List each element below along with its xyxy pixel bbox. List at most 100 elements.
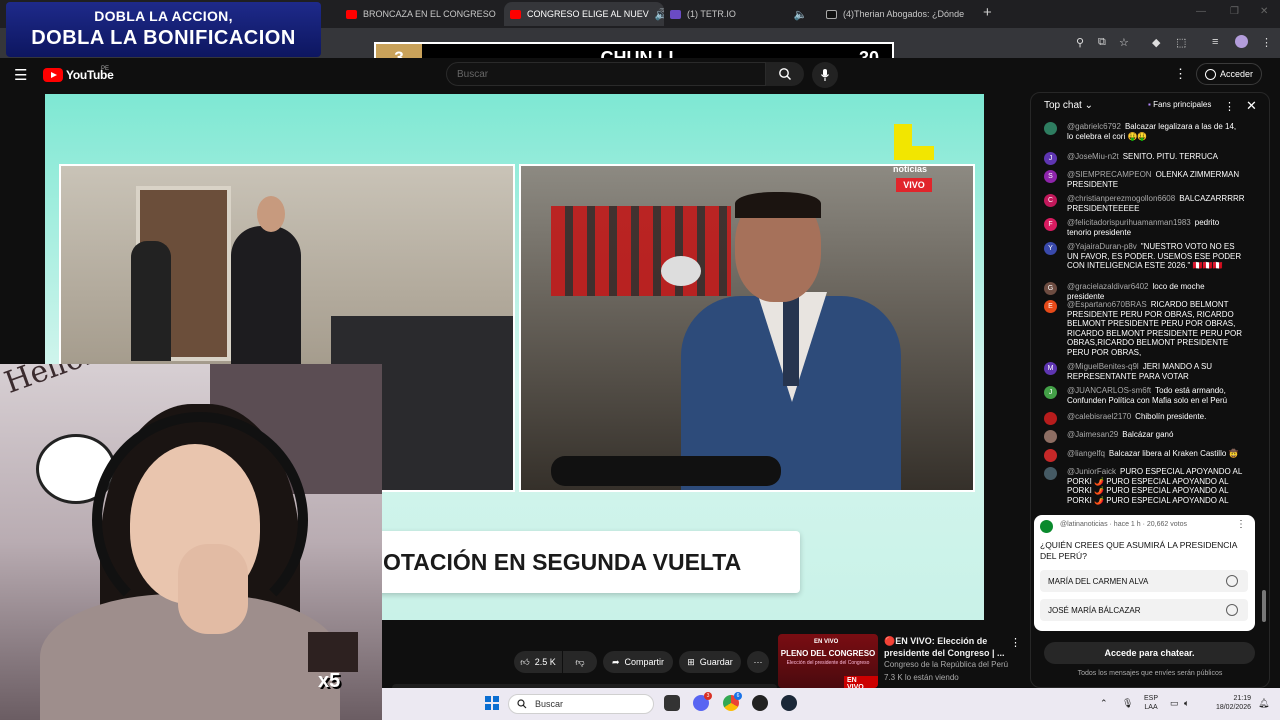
chat-text: SENITO. PITU. TERRUCA [1122,152,1218,161]
chat-author[interactable]: @liangelfq [1067,449,1105,458]
maximize-icon[interactable]: ❐ [1230,6,1239,17]
network-icon[interactable]: ▭ [1170,698,1179,709]
poll-option[interactable]: JOSÉ MARÍA BÁLCAZAR [1040,599,1248,621]
windows-start-icon[interactable] [485,696,499,710]
discord-icon[interactable]: 3 [693,692,712,711]
chat-avatar[interactable] [1044,467,1057,480]
country-code: PE [101,66,110,72]
extension-icon[interactable]: ◆ [1152,36,1160,49]
chat-avatar[interactable]: Y [1044,242,1057,255]
steam-icon[interactable] [781,695,797,711]
chat-avatar[interactable] [1044,449,1057,462]
chat-author[interactable]: @Espartano670BRAS [1067,300,1147,309]
input-language[interactable]: ESP LAA [1144,694,1158,712]
chat-avatar[interactable] [1044,412,1057,425]
share-button[interactable]: ➦ Compartir [603,651,673,673]
fans-button[interactable]: ▪ Fans principales [1148,100,1211,109]
chat-message: @gabrielc6792 Balcazar legalizara a las d… [1044,122,1244,141]
youtube-logo-icon[interactable] [43,68,63,82]
chat-author[interactable]: @MiguelBenites-q9l [1067,362,1139,371]
chat-author[interactable]: @YajairaDuran-p8v [1067,242,1137,251]
like-button[interactable]: 👍︎ 2.5 K [514,651,562,673]
task-view-icon[interactable] [664,695,680,711]
chat-avatar[interactable]: E [1044,300,1057,313]
chat-message-body: @YajairaDuran-p8v "NUESTRO VOTO NO ES UN … [1044,242,1244,271]
notification-icon[interactable]: 🔔︎ [1258,698,1269,709]
chat-menu-icon[interactable]: ⋮ [1224,100,1235,113]
chat-author[interactable]: @gabrielc6792 [1067,122,1121,131]
save-button[interactable]: ⊞ Guardar [679,651,741,673]
chat-avatar[interactable]: S [1044,170,1057,183]
chat-avatar[interactable]: J [1044,386,1057,399]
clock[interactable]: 21:19 18/02/2026 [1205,694,1251,712]
volume-icon[interactable]: 🔈︎ [1184,698,1189,709]
settings-kebab-icon[interactable]: ⋮ [1174,66,1187,82]
media-control-icon[interactable]: ≡ [1212,36,1218,48]
chat-avatar[interactable]: J [1044,152,1057,165]
puzzle-icon[interactable]: ⬚ [1176,36,1186,49]
chat-scrollbar[interactable] [1262,590,1266,622]
related-video-thumbnail[interactable]: EN VIVO PLENO DEL CONGRESO Elección del … [778,634,878,688]
chat-author[interactable]: @christianperezmogollon6608 [1067,194,1175,203]
chat-avatar[interactable]: M [1044,362,1057,375]
search-button[interactable] [766,62,804,86]
close-window-icon[interactable]: ✕ [1260,6,1268,17]
thumbs-down-icon: 👎︎ [575,656,585,667]
chat-author[interactable]: @JuniorFaick [1067,467,1116,476]
related-video-channel[interactable]: Congreso de la República del Perú [884,660,1008,669]
chat-mode-label: Top chat [1044,100,1082,111]
poll-menu-icon[interactable]: ⋮ [1236,519,1246,530]
chat-mode-dropdown[interactable]: Top chat ⌄ [1044,100,1093,111]
browser-tab[interactable]: (4)Therian Abogados: ¿Dónde [826,2,976,26]
voice-search-button[interactable] [812,62,838,88]
chat-author[interactable]: @gracielazaldivar6402 [1067,282,1149,291]
install-app-icon[interactable]: ⧉ [1098,36,1106,49]
chat-message: G @gracielazaldivar6402 loco de moche pres… [1044,282,1244,301]
related-video-menu-icon[interactable]: ⋮ [1010,636,1021,649]
notification-badge: 6 [734,692,742,700]
chrome-icon[interactable]: 6 [723,692,742,711]
zoom-icon[interactable]: ⚲ [1076,36,1084,49]
chat-author[interactable]: @Jaimesan29 [1067,430,1118,439]
profile-avatar[interactable] [1235,35,1248,48]
radio-icon[interactable] [1226,604,1238,616]
new-tab-icon[interactable]: + [983,4,992,21]
chat-signin-button[interactable]: Accede para chatear. [1044,642,1255,664]
poll-option[interactable]: MARÍA DEL CARMEN ALVA [1040,570,1248,592]
browser-menu-icon[interactable]: ⋮ [1261,36,1272,49]
speaker-icon[interactable]: 🔈 [794,8,808,21]
dislike-button[interactable]: 👎︎ [563,651,597,673]
radio-icon[interactable] [1226,575,1238,587]
hamburger-menu-icon[interactable]: ☰ [14,66,27,84]
chat-avatar[interactable]: F [1044,218,1057,231]
minimize-icon[interactable]: — [1196,6,1206,17]
chat-author[interactable]: @JUANCARLOS-sm6ft [1067,386,1151,395]
chat-author[interactable]: @JoseMiu-n2t [1067,152,1119,161]
chat-author[interactable]: @calebisrael2170 [1067,412,1131,421]
chat-author[interactable]: @felicitadorispurihuamanman1983 [1067,218,1191,227]
chat-avatar[interactable]: C [1044,194,1057,207]
search-input[interactable]: Buscar [446,62,766,86]
browser-tab[interactable]: (1) TETR.IO 🔈 × [666,2,816,26]
close-chat-icon[interactable]: ✕ [1246,98,1257,114]
more-actions-button[interactable]: ··· [747,651,769,673]
chat-avatar[interactable] [1044,430,1057,443]
tie [783,296,799,386]
chat-message: S @SIEMPRECAMPEON OLENKA ZIMMERMAN PRESIDE… [1044,170,1244,189]
microphone [551,456,781,486]
speaker-icon[interactable]: 🔊 [655,8,664,21]
tray-overflow-icon[interactable]: ⌃ [1100,698,1108,709]
signin-button[interactable]: Acceder [1196,63,1262,85]
browser-tab[interactable]: BRONCAZA EN EL CONGRESO × [346,2,506,26]
bookmark-star-icon[interactable]: ☆ [1119,36,1129,49]
browser-tab-active[interactable]: CONGRESO ELIGE AL NUEV 🔊 × [504,2,664,26]
obs-icon[interactable] [752,695,768,711]
chat-author[interactable]: @SIEMPRECAMPEON [1067,170,1152,179]
related-video-title[interactable]: 🔴EN VIVO: Elección de presidente del Con… [884,635,1009,659]
chat-avatar[interactable]: G [1044,282,1057,295]
chat-message-body: @Jaimesan29 Balcázar ganó [1044,430,1244,440]
microphone-icon[interactable]: 🎙︎ [1122,698,1133,709]
chat-avatar[interactable] [1044,122,1057,135]
taskbar-search[interactable]: Buscar [508,694,654,714]
chat-message: Y @YajairaDuran-p8v "NUESTRO VOTO NO ES UN… [1044,242,1244,271]
